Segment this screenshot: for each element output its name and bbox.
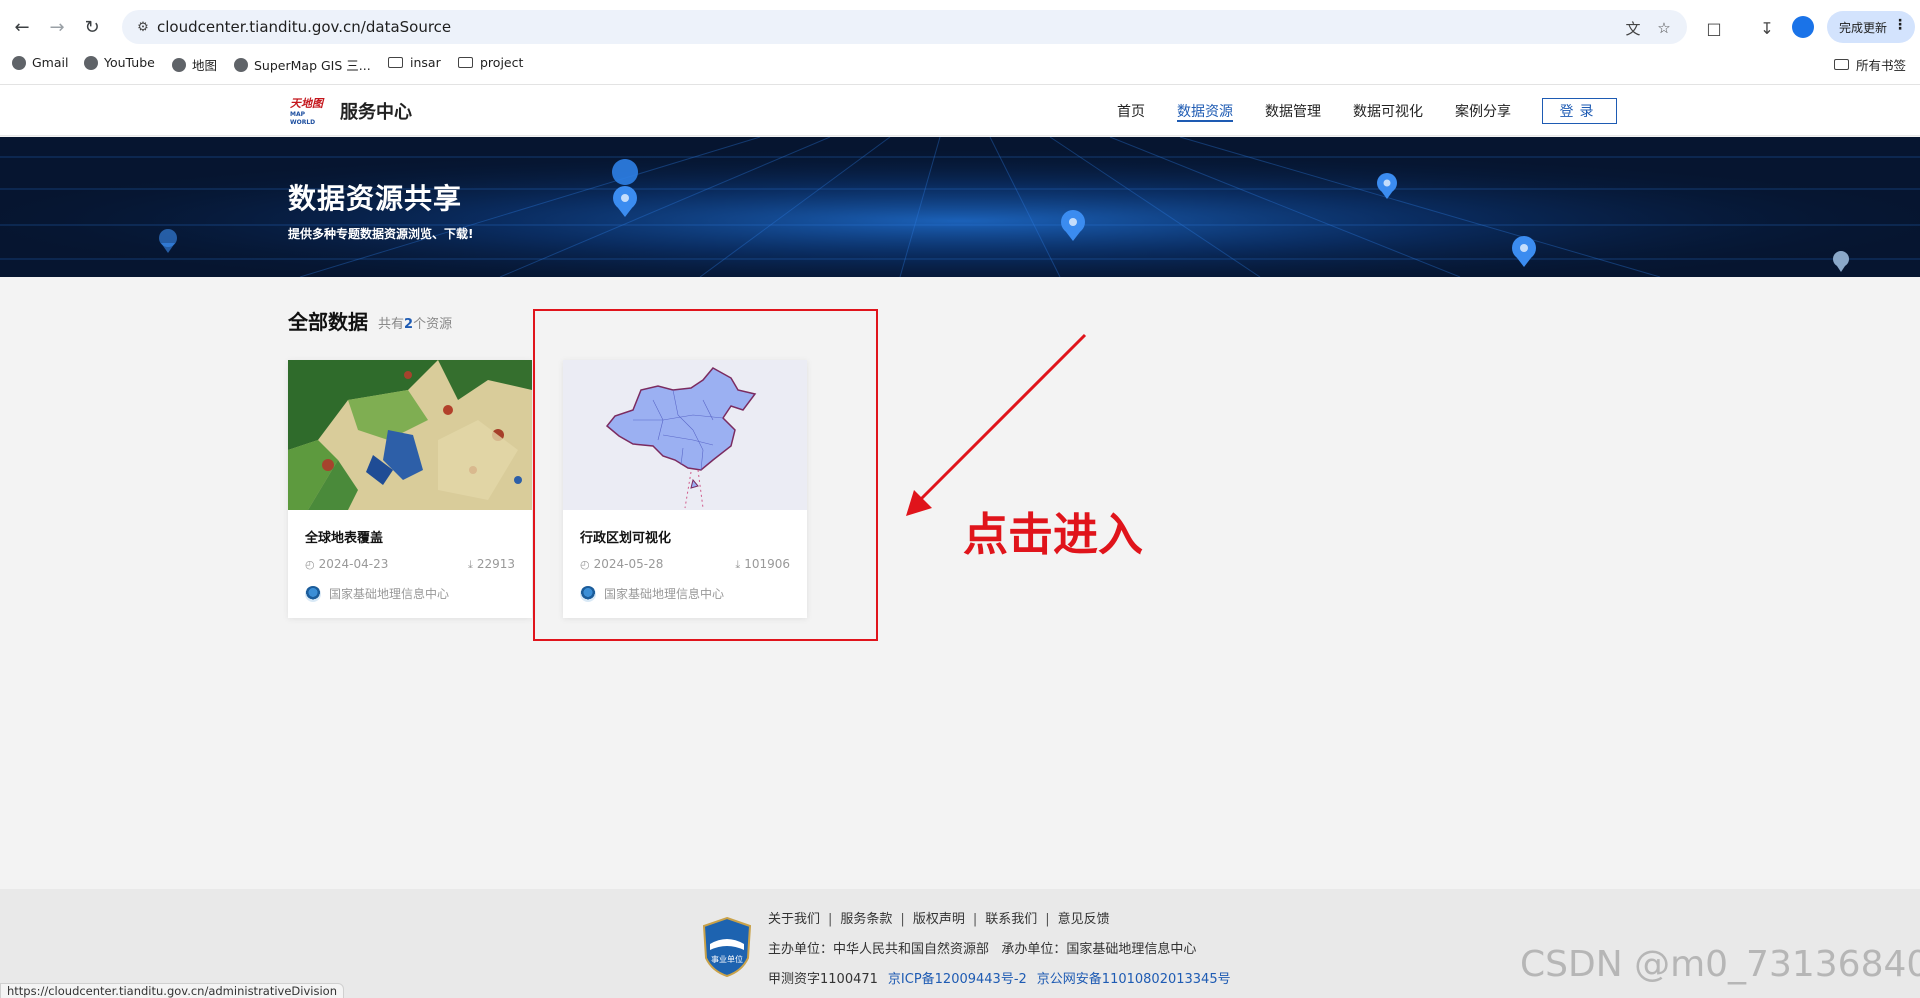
card-title[interactable]: 全球地表覆盖 xyxy=(305,527,383,546)
card-date-value: 2024-04-23 xyxy=(318,557,389,571)
footer-link-terms[interactable]: 服务条款 xyxy=(840,912,892,927)
separator: | xyxy=(828,912,833,927)
login-button[interactable]: 登录 xyxy=(1542,98,1617,124)
bookmark-label: SuperMap GIS 三... xyxy=(254,58,371,73)
section-title: 全部数据 xyxy=(288,310,368,334)
card-downloads: ⤓ 22913 xyxy=(468,557,515,572)
active-nav-underline xyxy=(1177,120,1233,122)
extensions-icon[interactable]: □ xyxy=(1702,16,1726,40)
footer-icp-link[interactable]: 京ICP备12009443号-2 xyxy=(888,972,1027,987)
ngcc-logo-icon xyxy=(305,585,321,602)
card-date: ◴ 2024-04-23 xyxy=(305,557,388,571)
all-bookmarks[interactable]: 所有书签 xyxy=(1834,55,1906,74)
public-institution-emblem: 事业单位 xyxy=(702,916,752,978)
tianditu-logo[interactable]: 天地图 MAP WORLD xyxy=(290,97,330,126)
footer-link-copyright[interactable]: 版权声明 xyxy=(913,912,965,927)
footer-licenses: 甲测资字1100471 京ICP备12009443号-2 京公网安备11010802… xyxy=(768,968,1231,987)
card-thumbnail[interactable] xyxy=(288,360,532,510)
count-prefix: 共有 xyxy=(378,317,405,332)
folder-icon xyxy=(1834,59,1849,70)
browser-chrome: ← → ↻ ⚙ cloudcenter.tianditu.gov.cn/data… xyxy=(0,0,1920,85)
nav-data-resources[interactable]: 数据资源 xyxy=(1177,101,1233,121)
profile-avatar[interactable] xyxy=(1792,16,1814,38)
site-header: 天地图 MAP WORLD 服务中心 首页 数据资源 数据管理 数据可视化 案例… xyxy=(0,85,1920,136)
card-organization: 国家基础地理信息中心 xyxy=(305,585,449,602)
nav-data-management[interactable]: 数据管理 xyxy=(1265,101,1321,121)
address-bar[interactable]: ⚙ cloudcenter.tianditu.gov.cn/dataSource… xyxy=(122,10,1687,44)
footer-link-contact[interactable]: 联系我们 xyxy=(985,912,1037,927)
separator: | xyxy=(972,912,978,927)
globe-icon xyxy=(84,55,98,70)
separator: | xyxy=(900,912,905,927)
separator: | xyxy=(1045,912,1050,927)
hero-banner: 数据资源共享 提供多种专题数据资源浏览、下载! xyxy=(0,137,1920,277)
footer-sponsor: 主办单位：中华人民共和国自然资源部 xyxy=(768,942,990,957)
site-info-icon[interactable]: ⚙ xyxy=(132,16,154,38)
banner-title: 数据资源共享 xyxy=(288,182,463,215)
banner-subtitle: 提供多种专题数据资源浏览、下载! xyxy=(288,227,474,241)
land-cover-map-image xyxy=(288,360,532,510)
nav-home[interactable]: 首页 xyxy=(1117,101,1145,121)
address-url[interactable]: cloudcenter.tianditu.gov.cn/dataSource xyxy=(157,18,451,36)
bookmark-label: project xyxy=(480,55,524,70)
folder-icon xyxy=(458,57,473,68)
download-count-icon: ⤓ xyxy=(467,558,473,571)
update-label: 完成更新 xyxy=(1839,20,1888,35)
logo-subtext: MAP WORLD xyxy=(290,111,316,126)
bookmark-label: Gmail xyxy=(32,55,69,70)
bookmark-project[interactable]: project xyxy=(458,55,523,70)
status-bar-url: https://cloudcenter.tianditu.gov.cn/admi… xyxy=(0,983,344,998)
footer-links: 关于我们 | 服务条款 | 版权声明 | 联系我们 | 意见反馈 xyxy=(768,908,1110,927)
logo-text: 天地图 xyxy=(290,97,323,110)
footer-police-link[interactable]: 京公网安备11010802013345号 xyxy=(1037,972,1231,987)
bookmark-label: 地图 xyxy=(192,58,218,73)
footer-organizer: 承办单位：国家基础地理信息中心 xyxy=(1001,942,1197,957)
card-org-name: 国家基础地理信息中心 xyxy=(329,587,450,601)
dataset-card-global-land-cover[interactable]: 全球地表覆盖 ◴ 2024-04-23 ⤓ 22913 国家基础地理信息中心 xyxy=(288,360,532,618)
nav-case-sharing[interactable]: 案例分享 xyxy=(1455,101,1511,121)
browser-toolbar: ← → ↻ ⚙ cloudcenter.tianditu.gov.cn/data… xyxy=(0,6,1920,48)
annotation-label: 点击进入 xyxy=(963,508,1144,561)
footer-link-feedback[interactable]: 意见反馈 xyxy=(1058,912,1110,927)
bookmark-youtube[interactable]: YouTube xyxy=(84,55,155,70)
resource-count: 共有2个资源 xyxy=(378,313,452,332)
update-button[interactable]: 完成更新 ⋮ xyxy=(1827,11,1915,43)
bookmark-map[interactable]: 地图 xyxy=(172,55,217,74)
globe-icon xyxy=(12,55,26,70)
all-bookmarks-label: 所有书签 xyxy=(1856,58,1907,73)
bookmark-label: insar xyxy=(410,55,441,70)
translate-icon[interactable]: 文 xyxy=(1622,17,1644,39)
csdn-watermark: CSDN @m0_73136840 xyxy=(1520,944,1920,985)
bookmark-label: YouTube xyxy=(104,55,155,70)
bookmark-gmail[interactable]: Gmail xyxy=(12,55,68,70)
menu-icon[interactable]: ⋮ xyxy=(1893,17,1907,33)
bookmark-insar[interactable]: insar xyxy=(388,55,441,70)
annotation-highlight-box xyxy=(533,309,878,641)
footer-organizers: 主办单位：中华人民共和国自然资源部 承办单位：国家基础地理信息中心 xyxy=(768,938,1196,957)
emblem-label: 事业单位 xyxy=(711,954,743,964)
globe-icon xyxy=(172,57,186,72)
footer-survey-license: 甲测资字1100471 xyxy=(768,972,878,987)
forward-icon[interactable]: → xyxy=(43,13,71,41)
download-icon[interactable]: ↧ xyxy=(1755,16,1779,40)
footer-link-about[interactable]: 关于我们 xyxy=(768,912,820,927)
brand-title: 服务中心 xyxy=(340,102,412,123)
count-number: 2 xyxy=(404,317,414,332)
back-icon[interactable]: ← xyxy=(8,13,36,41)
folder-icon xyxy=(388,57,403,68)
nav-data-visualization[interactable]: 数据可视化 xyxy=(1353,101,1423,121)
card-downloads-value: 22913 xyxy=(476,557,515,571)
bookmarks-bar: Gmail YouTube 地图 SuperMap GIS 三... insar… xyxy=(0,52,1920,78)
count-suffix: 个资源 xyxy=(413,317,453,332)
clock-icon: ◴ xyxy=(305,558,315,571)
bookmark-supermap[interactable]: SuperMap GIS 三... xyxy=(234,55,371,74)
globe-icon xyxy=(234,57,248,72)
reload-icon[interactable]: ↻ xyxy=(78,13,106,41)
bookmark-star-icon[interactable]: ☆ xyxy=(1653,17,1675,39)
